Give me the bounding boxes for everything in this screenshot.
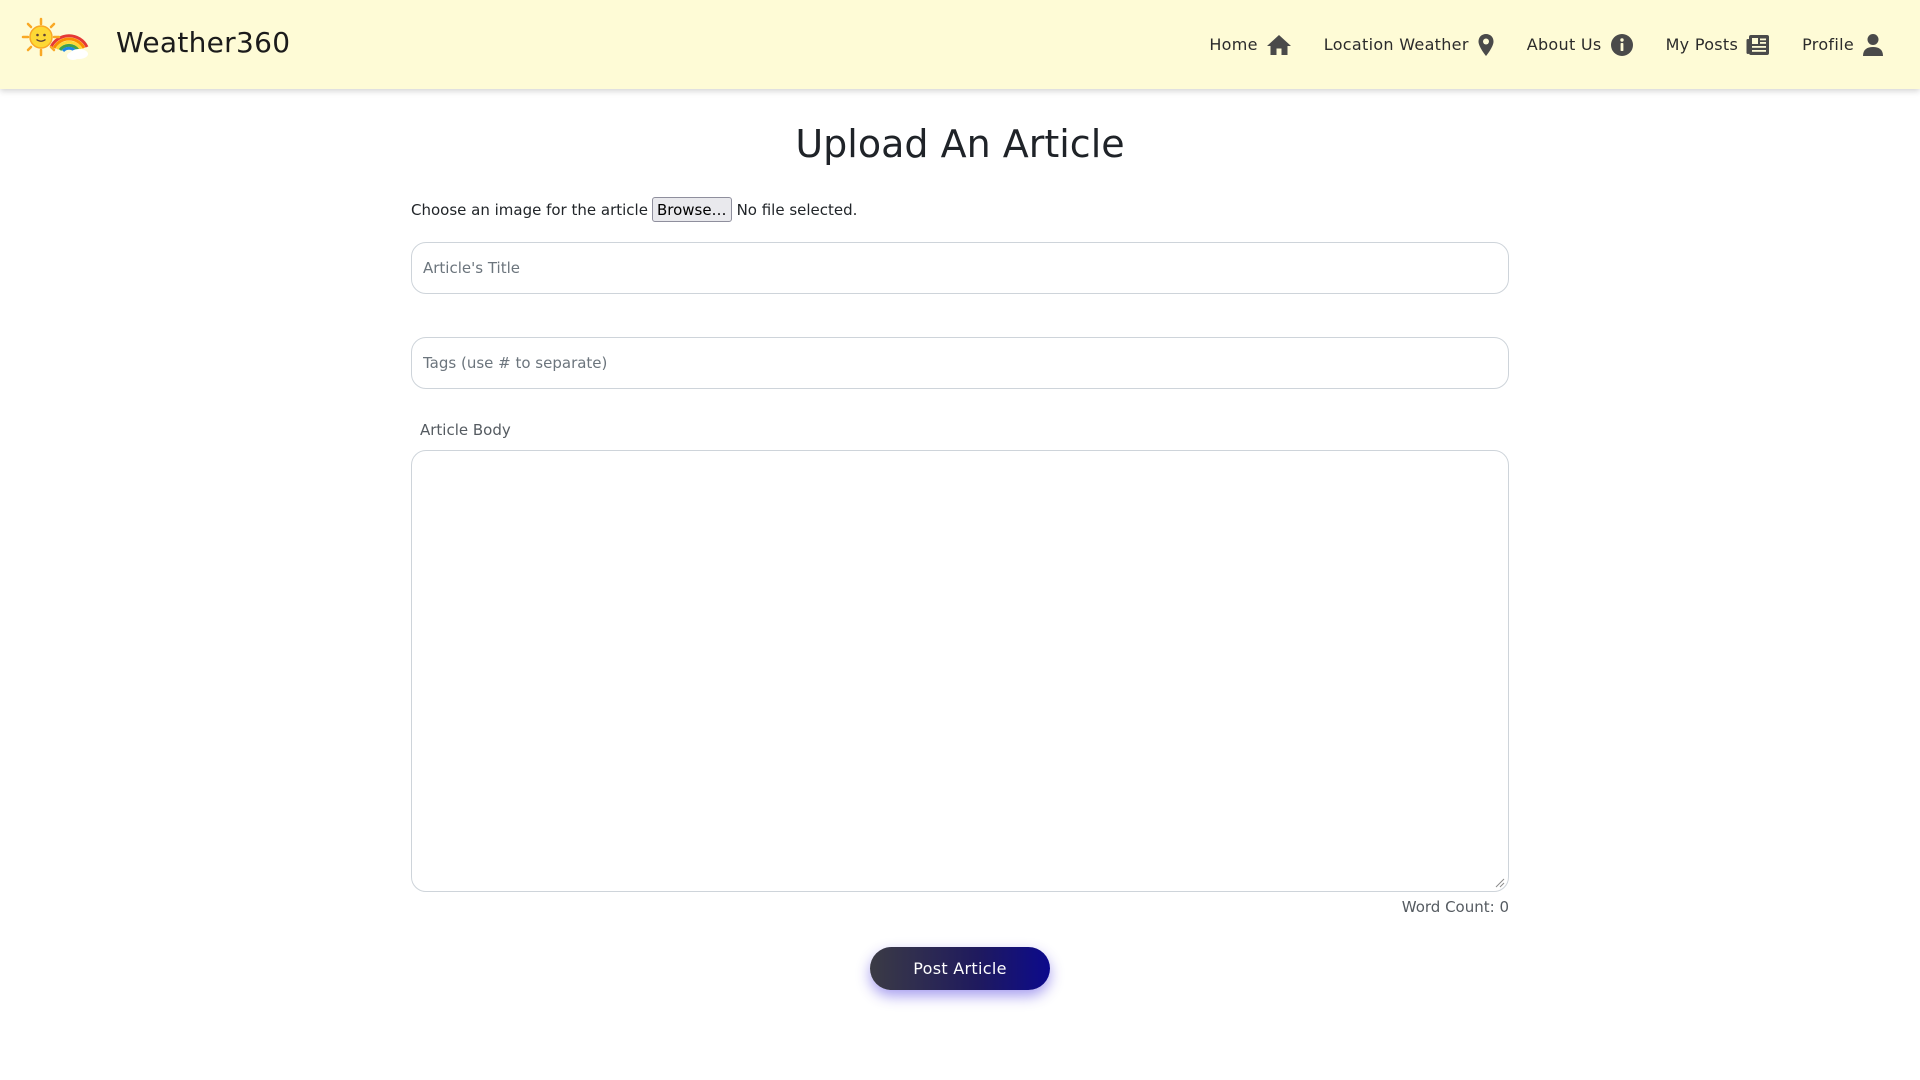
file-picker: Choose an image for the article Browse… … [411,197,857,222]
main-nav: Home Location Weather About Us My Posts … [1177,0,1884,89]
article-body-label: Article Body [420,421,511,439]
nav-home-label: Home [1209,35,1258,54]
word-count: Word Count: 0 [1401,898,1509,916]
home-icon [1266,33,1292,57]
post-article-button[interactable]: Post Article [870,947,1050,990]
newspaper-icon [1746,34,1770,56]
user-icon [1862,33,1884,57]
nav-about-us-label: About Us [1526,35,1602,54]
info-icon [1610,33,1634,57]
file-picker-label: Choose an image for the article [411,200,648,219]
nav-my-posts[interactable]: My Posts [1666,34,1771,56]
article-body-textarea[interactable] [411,450,1509,892]
nav-profile[interactable]: Profile [1802,33,1884,57]
file-status: No file selected. [736,200,858,219]
map-pin-icon [1477,33,1495,57]
nav-location-weather[interactable]: Location Weather [1324,33,1495,57]
nav-location-weather-label: Location Weather [1323,35,1469,54]
page-title: Upload An Article [795,122,1125,166]
tags-field[interactable] [411,337,1509,389]
article-title-input[interactable] [423,259,1497,277]
nav-home[interactable]: Home [1209,33,1291,57]
sun-rainbow-icon[interactable] [21,17,89,61]
brand-name[interactable]: Weather360 [116,26,290,59]
resize-grip-icon[interactable] [1493,876,1505,888]
article-title-field[interactable] [411,242,1509,294]
navbar: Weather360 Home Location Weather About U… [0,0,1920,89]
tags-input[interactable] [423,354,1497,372]
nav-about-us[interactable]: About Us [1527,33,1634,57]
nav-profile-label: Profile [1802,35,1854,54]
nav-my-posts-label: My Posts [1665,35,1739,54]
browse-button[interactable]: Browse… [651,197,732,222]
